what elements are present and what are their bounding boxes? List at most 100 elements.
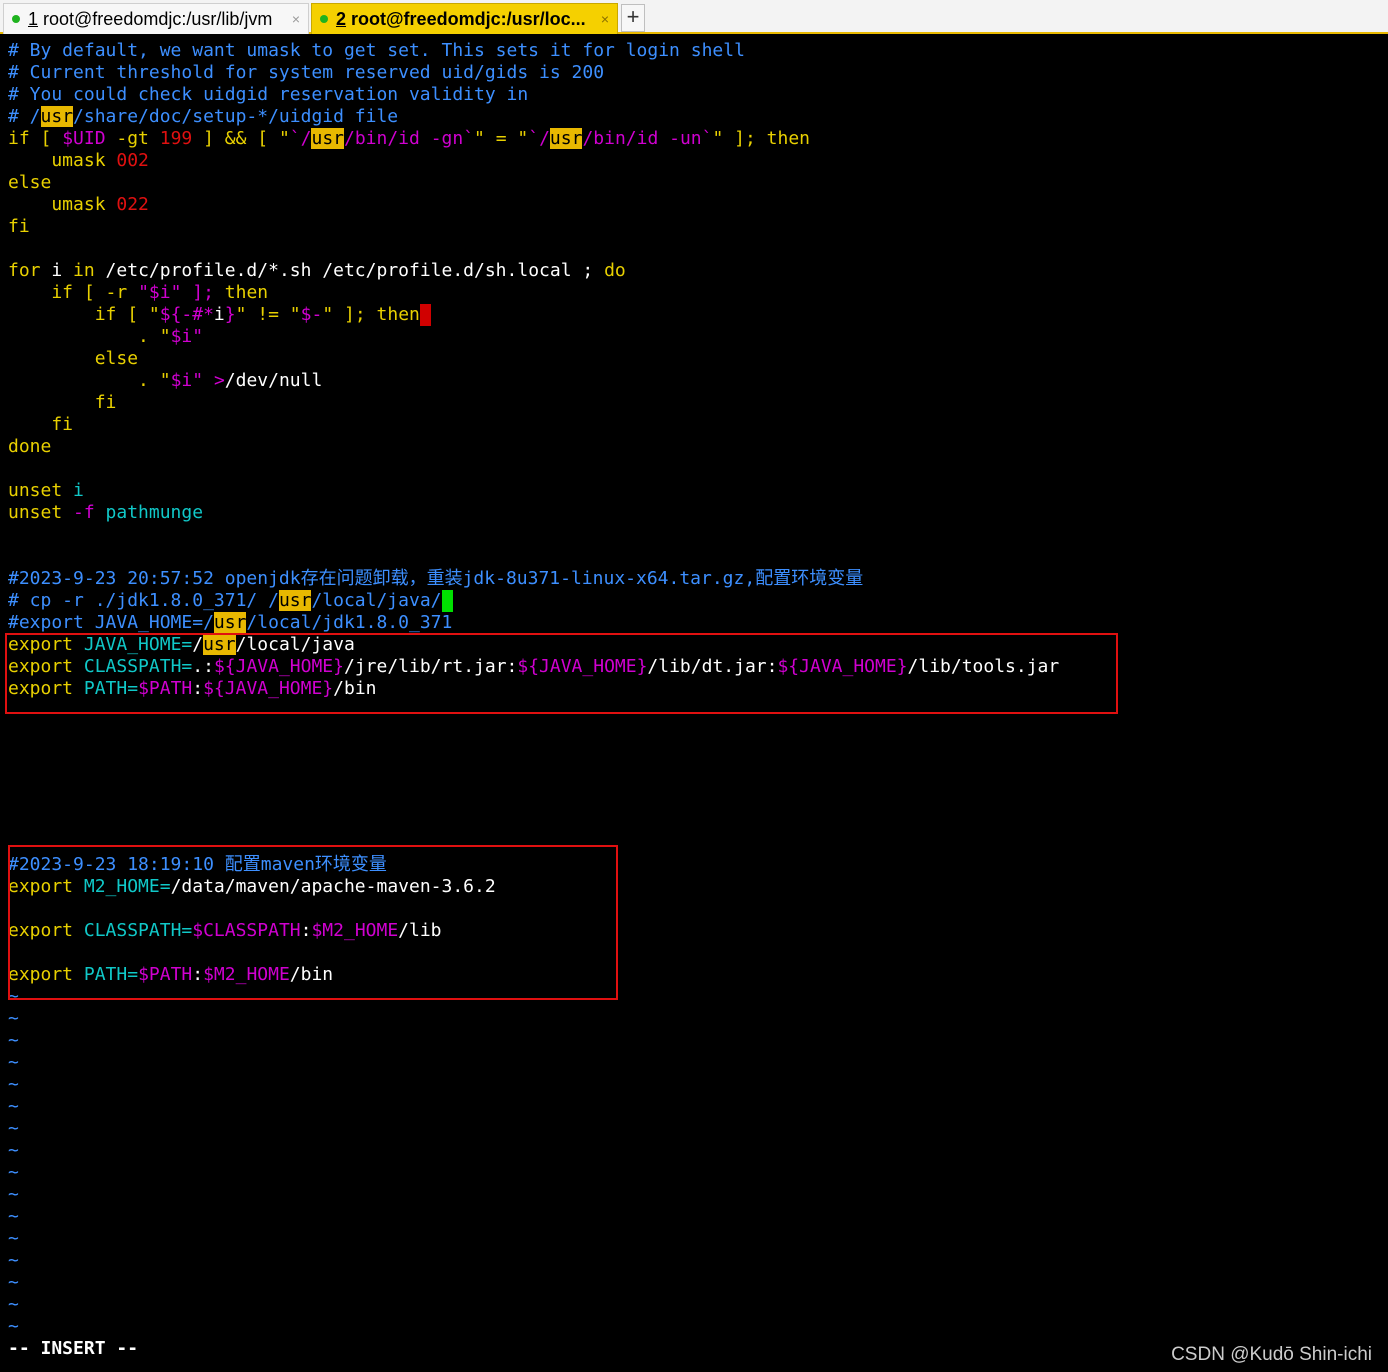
editor-line: done xyxy=(8,436,52,457)
editor-line: if [ -r "$i" ]; then xyxy=(8,282,1388,304)
editor-line-empty xyxy=(8,766,1388,788)
code-token: /etc/profile.d/*.sh /etc/profile.d/sh.lo… xyxy=(94,260,605,281)
empty-line-tilde: ~ xyxy=(8,1030,19,1051)
empty-line-tilde: ~ xyxy=(8,1228,19,1249)
tab-session-1[interactable]: 1 root@freedomdjc:/usr/lib/jvm × xyxy=(3,3,309,34)
editor-line: fi xyxy=(8,216,30,237)
code-token: /share/doc/setup-*/uidgid file xyxy=(73,106,399,127)
text-cursor xyxy=(419,304,431,326)
code-token: /local/java/ xyxy=(311,590,442,611)
editor-line: else xyxy=(8,348,139,369)
highlight-box-maven-env xyxy=(8,845,618,1000)
code-token: then xyxy=(376,304,420,325)
code-token: unset xyxy=(8,502,63,523)
code-token: /dev/null xyxy=(224,370,323,391)
empty-line-tilde: ~ xyxy=(8,1052,19,1073)
code-token: [ " xyxy=(116,304,160,325)
editor-line: # Current threshold for system reserved … xyxy=(8,62,605,83)
code-token: if xyxy=(8,282,74,303)
code-token: . " xyxy=(8,326,171,347)
code-token: then xyxy=(766,128,811,149)
code-token: 002 xyxy=(116,150,149,171)
editor-line-empty xyxy=(8,524,1388,546)
tab-session-2[interactable]: 2 root@freedomdjc:/usr/loc... × xyxy=(311,3,618,34)
code-token: for xyxy=(8,260,41,281)
editor-line: # /usr/share/doc/setup-*/uidgid file xyxy=(8,106,1388,128)
code-token: " != " xyxy=(235,304,301,325)
empty-line-tilde: ~ xyxy=(8,1272,19,1293)
code-token: " xyxy=(127,282,149,303)
code-token: -f xyxy=(62,502,95,523)
close-icon[interactable]: × xyxy=(595,11,609,27)
editor-line: else xyxy=(8,172,52,193)
editor-line: # cp -r ./jdk1.8.0_371/ /usr/local/java/ xyxy=(8,590,1388,612)
code-token: if xyxy=(8,304,117,325)
editor-line: #export JAVA_HOME=/usr/local/jdk1.8.0_37… xyxy=(8,612,1388,634)
editor-line: . "$i" xyxy=(8,326,1388,348)
editor-line-empty xyxy=(8,722,1388,744)
empty-line-tilde: ~ xyxy=(8,1140,19,1161)
text-cursor xyxy=(441,590,453,612)
code-token: /local/jdk1.8.0_371 xyxy=(246,612,453,633)
search-match: usr xyxy=(549,128,583,149)
code-token: . " xyxy=(8,370,171,391)
empty-line-tilde: ~ xyxy=(8,1074,19,1095)
code-token: $i xyxy=(170,370,193,391)
code-token: $i xyxy=(148,282,171,303)
code-token: ] && [ " xyxy=(192,128,290,149)
code-token: 022 xyxy=(116,194,149,215)
editor-line: if [ "${-#*i}" != "$-" ]; then xyxy=(8,304,1388,326)
code-token: " = " xyxy=(474,128,529,149)
code-token: umask xyxy=(8,194,117,215)
editor-line: fi xyxy=(8,414,74,435)
code-token: " ]; xyxy=(712,128,767,149)
editor-line: for i in /etc/profile.d/*.sh /etc/profil… xyxy=(8,260,1388,282)
search-match: usr xyxy=(40,106,74,127)
code-token: $UID xyxy=(62,128,106,149)
code-token: /bin/id -un` xyxy=(582,128,713,149)
empty-line-tilde: ~ xyxy=(8,1162,19,1183)
editor-line: unset -f pathmunge xyxy=(8,502,1388,524)
code-token: 199 xyxy=(159,128,193,149)
search-match: usr xyxy=(311,128,344,149)
tab-number: 1 xyxy=(28,8,39,29)
code-token: in xyxy=(73,260,95,281)
editor-line-empty xyxy=(8,788,1388,810)
editor-line: fi xyxy=(8,392,117,413)
code-token: #export JAVA_HOME=/ xyxy=(8,612,214,633)
empty-line-tilde: ~ xyxy=(8,1184,19,1205)
code-token: $i xyxy=(170,326,193,347)
editor-line-empty xyxy=(8,546,1388,568)
code-token: i xyxy=(62,480,84,501)
code-token: /bin/id -gn` xyxy=(344,128,475,149)
code-token: # / xyxy=(8,106,41,127)
editor-line-empty xyxy=(8,238,1388,260)
empty-line-tilde: ~ xyxy=(8,1294,19,1315)
code-token: if [ xyxy=(8,128,63,149)
code-token: -r xyxy=(105,282,128,303)
code-token: `/ xyxy=(289,128,312,149)
new-tab-button[interactable]: + xyxy=(621,4,645,32)
code-token: " xyxy=(192,326,204,347)
editor-line: unset i xyxy=(8,480,1388,502)
empty-line-tilde: ~ xyxy=(8,1118,19,1139)
editor-line: umask 002 xyxy=(8,150,1388,172)
editor-line-empty xyxy=(8,744,1388,766)
editor-line: . "$i" >/dev/null xyxy=(8,370,1388,392)
code-token: unset xyxy=(8,480,63,501)
code-token: ${-#* xyxy=(159,304,214,325)
code-token: } xyxy=(224,304,236,325)
close-icon[interactable]: × xyxy=(286,11,300,27)
tab-title: root@freedomdjc:/usr/lib/jvm xyxy=(43,8,273,29)
empty-line-tilde: ~ xyxy=(8,1250,19,1271)
code-token: do xyxy=(604,260,626,281)
editor-line: umask 022 xyxy=(8,194,1388,216)
empty-line-tilde: ~ xyxy=(8,1008,19,1029)
code-token: then xyxy=(224,282,269,303)
code-token: " ]; xyxy=(170,282,225,303)
editor-line: #2023-9-23 20:57:52 openjdk存在问题卸载，重装jdk-… xyxy=(8,568,864,589)
editor-line: # By default, we want umask to get set. … xyxy=(8,40,745,61)
code-token: pathmunge xyxy=(94,502,204,523)
editor-line: if [ $UID -gt 199 ] && [ "`/usr/bin/id -… xyxy=(8,128,1388,150)
highlight-box-java-env xyxy=(5,633,1118,714)
